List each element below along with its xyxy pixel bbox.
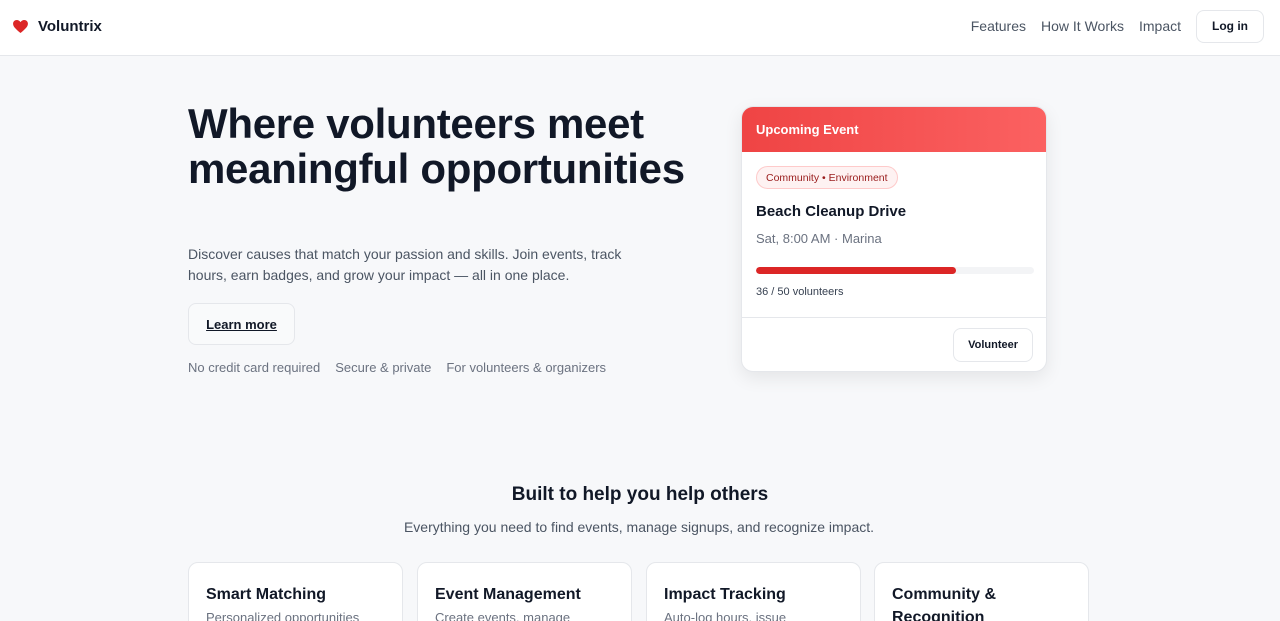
brand-name: Voluntrix bbox=[38, 17, 102, 35]
brand-logo[interactable]: Voluntrix bbox=[13, 16, 102, 36]
feature-name: Community & Recognition bbox=[892, 586, 996, 621]
volunteer-progress-bar bbox=[756, 267, 1034, 274]
nav-link-impact[interactable]: Impact bbox=[1139, 18, 1181, 34]
main-nav: Features How It Works Impact Log in bbox=[971, 9, 1264, 43]
features-title: Built to help you help others bbox=[511, 484, 769, 505]
feature-description: Create events, manage bbox=[435, 610, 571, 621]
nav-link-features[interactable]: Features bbox=[971, 18, 1026, 34]
feature-name: Event Management bbox=[435, 586, 581, 603]
event-category-tag: Community • Environment bbox=[756, 166, 898, 189]
feature-description: Personalized opportunities bbox=[206, 610, 360, 621]
feature-card-community-recognition[interactable]: Community & Recognition bbox=[874, 562, 1089, 621]
top-navigation-bar: Voluntrix Features How It Works Impact L… bbox=[0, 0, 1280, 56]
trust-item: For volunteers & organizers bbox=[446, 360, 607, 375]
feature-card-event-management[interactable]: Event Management Create events, manage bbox=[417, 562, 632, 621]
learn-more-button[interactable]: Learn more bbox=[188, 303, 295, 345]
hero-subtitle: Discover causes that match your passion … bbox=[188, 246, 622, 283]
feature-card-impact-tracking[interactable]: Impact Tracking Auto-log hours, issue bbox=[646, 562, 861, 621]
trust-badges: No credit card required Secure & private… bbox=[188, 360, 606, 375]
event-card-header: Upcoming Event bbox=[742, 107, 1046, 152]
hero-title: Where volunteers meet meaningful opportu… bbox=[188, 100, 685, 192]
feature-card-smart-matching[interactable]: Smart Matching Personalized opportunitie… bbox=[188, 562, 403, 621]
event-title: Beach Cleanup Drive bbox=[756, 203, 907, 220]
features-subtitle: Everything you need to find events, mana… bbox=[403, 519, 875, 535]
trust-item: Secure & private bbox=[335, 360, 432, 375]
heart-icon bbox=[13, 19, 28, 33]
feature-name: Impact Tracking bbox=[664, 586, 786, 603]
volunteer-count: 36 / 50 volunteers bbox=[756, 286, 844, 298]
login-button[interactable]: Log in bbox=[1196, 9, 1264, 43]
card-divider bbox=[742, 317, 1046, 318]
feature-name: Smart Matching bbox=[206, 586, 327, 603]
nav-link-how-it-works[interactable]: How It Works bbox=[1041, 18, 1124, 34]
feature-description: Auto-log hours, issue bbox=[664, 610, 787, 621]
event-time-location: Sat, 8:00 AM · Marina bbox=[756, 231, 882, 246]
volunteer-progress-fill bbox=[756, 267, 957, 274]
trust-item: No credit card required bbox=[188, 360, 321, 375]
volunteer-button[interactable]: Volunteer bbox=[953, 328, 1033, 362]
upcoming-event-card: Upcoming Event Community • Environment B… bbox=[741, 106, 1047, 372]
